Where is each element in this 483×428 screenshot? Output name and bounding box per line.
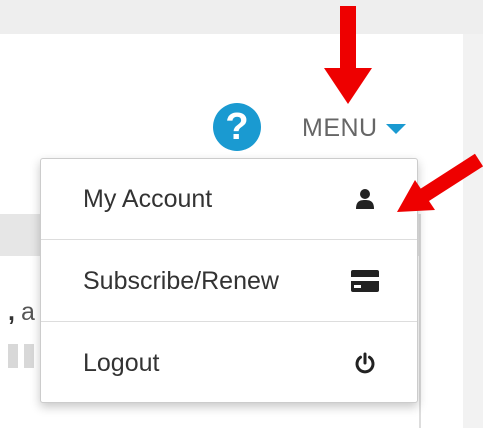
page-edge	[463, 34, 483, 428]
annotation-arrow-down-icon	[324, 6, 372, 104]
menu-dropdown: My Account Subscribe/Renew Logout	[40, 158, 418, 403]
menu-divider	[41, 321, 417, 322]
background-panel-border	[419, 214, 421, 428]
menu-item-label: Subscribe/Renew	[83, 266, 279, 295]
annotation-arrow-left-icon	[397, 153, 483, 212]
help-symbol: ?	[225, 106, 249, 148]
top-bar	[0, 0, 483, 34]
menu-item-my-account[interactable]: My Account	[41, 159, 417, 239]
menu-item-label: My Account	[83, 184, 213, 213]
menu-item-label: Logout	[83, 348, 160, 377]
power-icon	[351, 349, 379, 377]
background-text: ,a	[8, 298, 35, 326]
menu-item-subscribe-renew[interactable]: Subscribe/Renew	[41, 241, 417, 321]
menu-divider	[41, 239, 417, 240]
menu-item-logout[interactable]: Logout	[41, 323, 417, 403]
menu-button[interactable]: MENU	[302, 112, 406, 144]
credit-card-icon	[351, 267, 379, 295]
help-icon[interactable]: ?	[213, 103, 261, 151]
user-icon	[351, 185, 379, 213]
menu-label: MENU	[302, 113, 378, 142]
background-placeholder	[8, 344, 34, 368]
caret-down-icon	[385, 124, 406, 134]
background-partial-text: a	[20, 298, 35, 326]
